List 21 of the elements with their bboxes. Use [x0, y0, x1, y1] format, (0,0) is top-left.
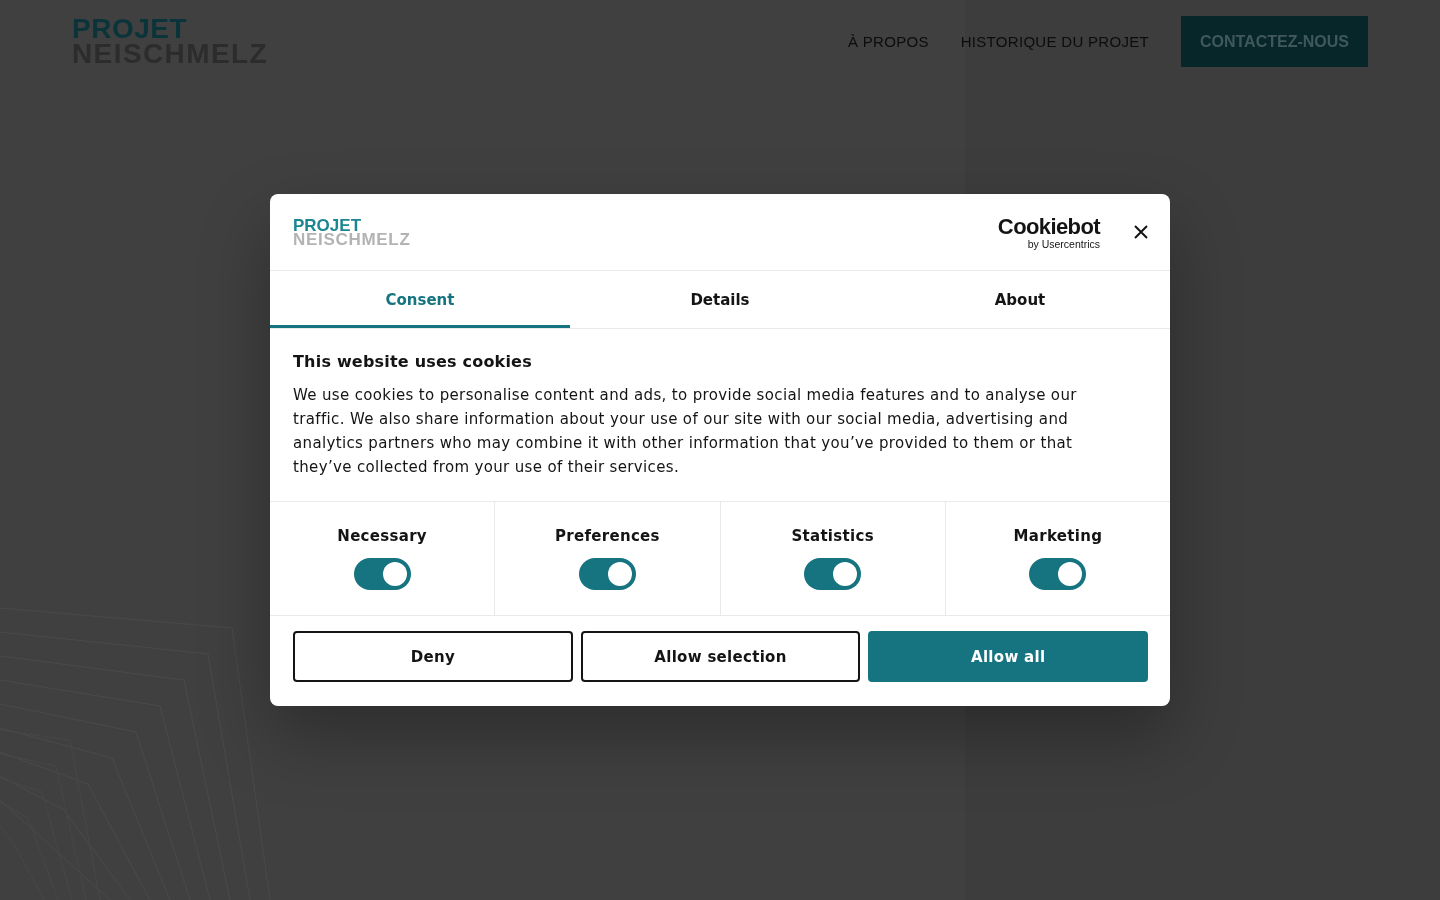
toggle-switch[interactable] [353, 558, 411, 590]
logo-wordmark[interactable]: Cookiebot [997, 216, 1100, 238]
category-label: Necessary [337, 527, 427, 545]
tab[interactable]: Consent [270, 271, 570, 328]
tab[interactable]: About [870, 271, 1170, 328]
dialog-text: We use cookies to personalise content and ads, to provide social media features and to analyse our traffic. We also share information about your use of our site with our social media, advertising and analytics partners who may combine it with other information that you’ve provided to them or that they’ve collected from your use of their services. [293, 385, 1078, 478]
allow-all-button[interactable]: Allow all [868, 631, 1148, 682]
category-label: Statistics [791, 527, 874, 545]
logo-tagline: by Usercentrics [1027, 238, 1100, 250]
logo-subtitle: NEISCHMELZ [293, 233, 411, 248]
category-label: Preferences [554, 527, 660, 545]
toggle-switch[interactable] [1029, 558, 1087, 590]
consent-button[interactable]: Deny [293, 631, 573, 682]
consent-button[interactable]: Allow selection [580, 631, 861, 682]
close-icon[interactable] [1134, 225, 1148, 239]
category-label: Marketing [1013, 527, 1103, 545]
toggle-switch[interactable] [578, 558, 636, 590]
dialog-heading: This website uses cookies [293, 353, 533, 371]
logo-title: PROJET [293, 218, 362, 233]
toggle-switch[interactable] [804, 558, 862, 590]
tab[interactable]: Details [570, 271, 870, 328]
